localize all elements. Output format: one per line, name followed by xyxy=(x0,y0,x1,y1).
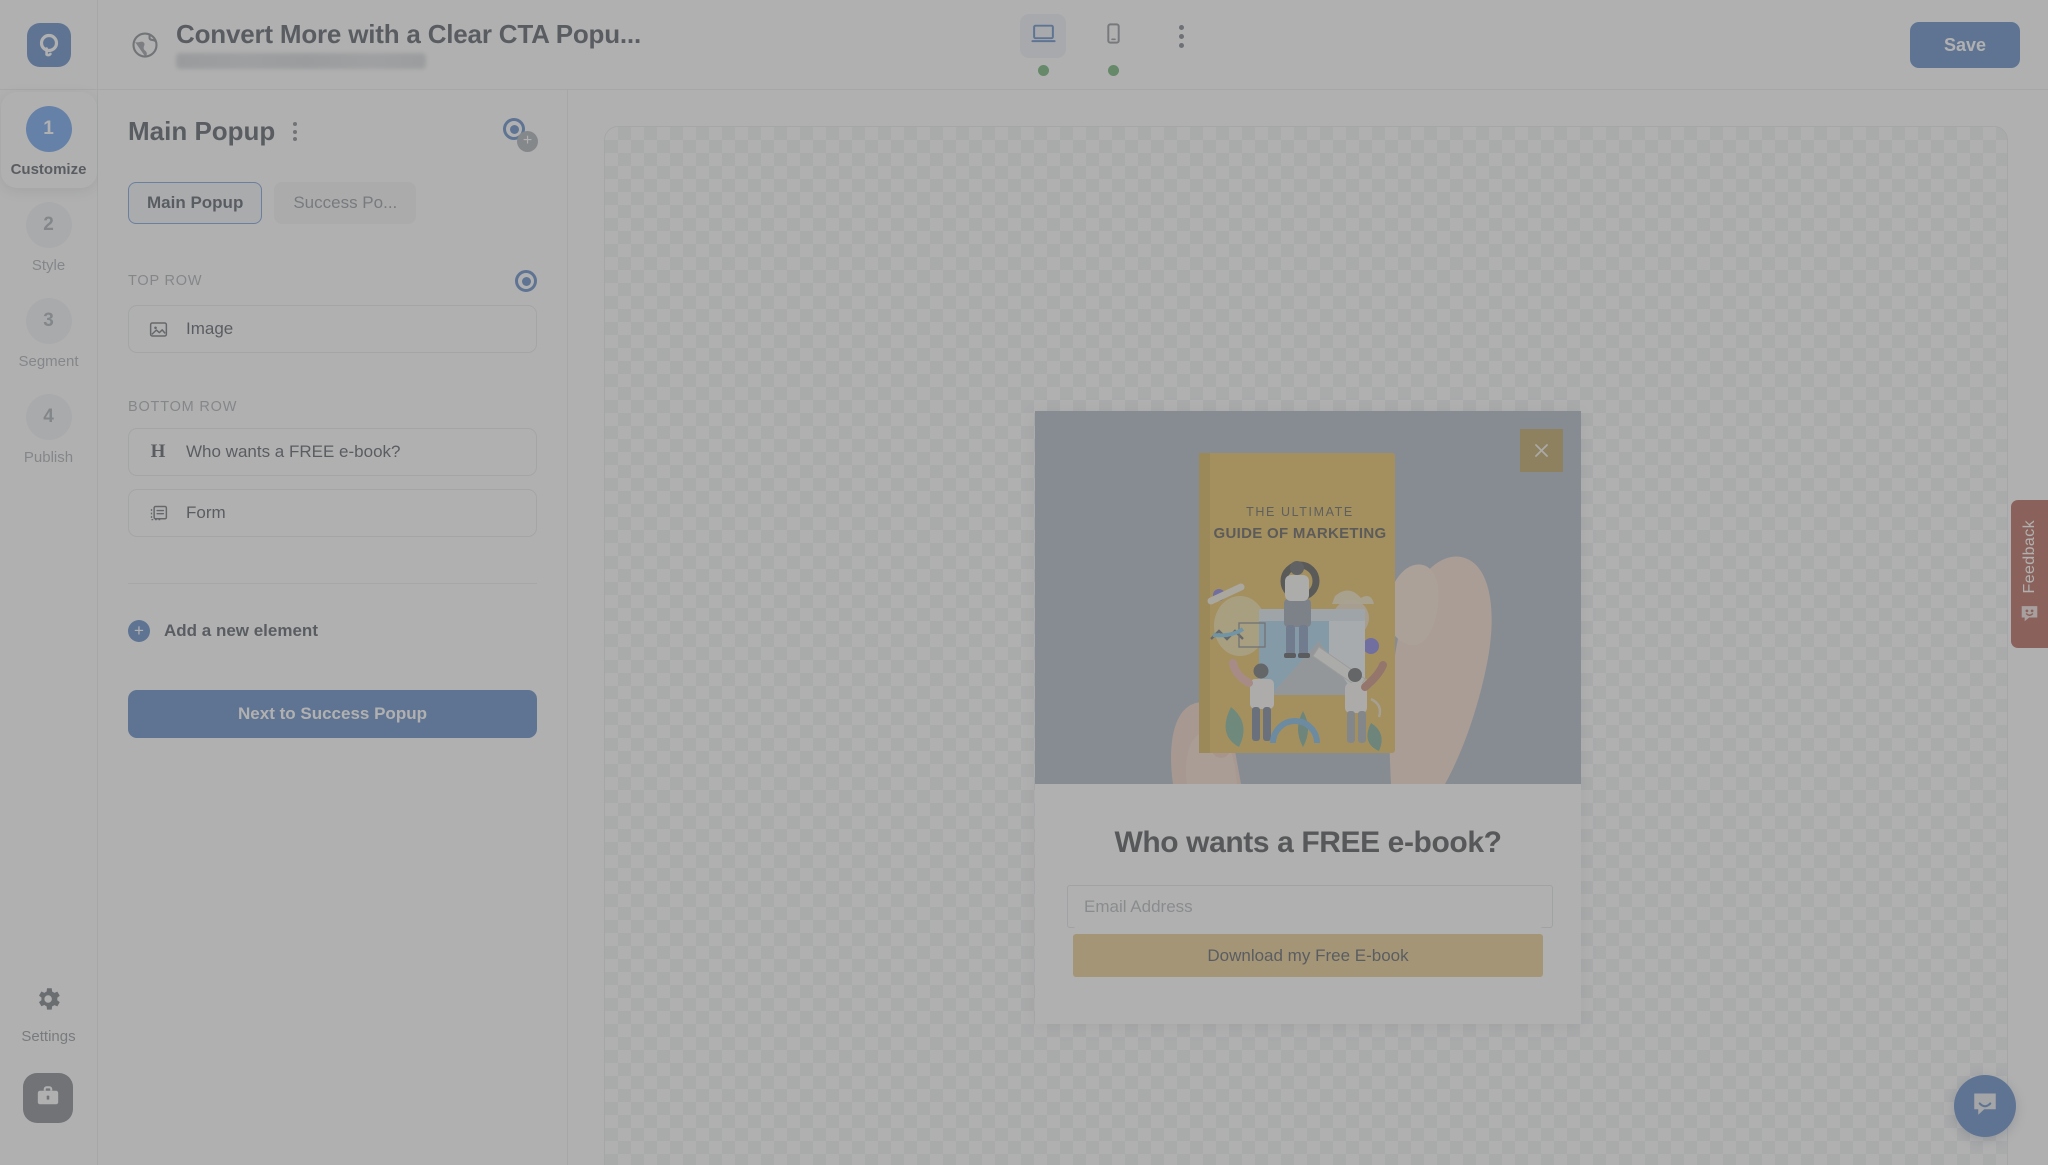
kebab-menu-icon xyxy=(293,122,298,126)
next-to-success-popup-button[interactable]: Next to Success Popup xyxy=(128,690,537,738)
desktop-icon xyxy=(1030,21,1056,51)
bottom-row-label-group: BOTTOM ROW xyxy=(128,399,537,415)
app-root: Convert More with a Clear CTA Popu... Sa… xyxy=(0,0,2048,1165)
kebab-menu-icon xyxy=(1178,33,1184,39)
hands-holding-ebook-image: THE ULTIMATE GUIDE OF MARKETING xyxy=(1035,411,1581,784)
step-number: 1 xyxy=(25,106,72,152)
page-title: Convert More with a Clear CTA Popu... xyxy=(176,19,641,50)
image-icon xyxy=(147,318,169,340)
add-new-element-button[interactable]: + Add a new element xyxy=(128,620,537,642)
svg-text:GUIDE OF MARKETING: GUIDE OF MARKETING xyxy=(1214,525,1387,542)
plus-circle-icon: + xyxy=(128,620,150,642)
device-toggle-desktop-group xyxy=(1020,14,1066,76)
sidebar-step-style[interactable]: 2 Style xyxy=(0,188,98,284)
smiley-chat-icon xyxy=(2019,604,2040,628)
device-toggle-desktop[interactable] xyxy=(1020,14,1066,58)
kebab-menu-icon xyxy=(1178,42,1184,48)
desktop-status-dot xyxy=(1037,65,1049,76)
preview-canvas[interactable]: THE ULTIMATE GUIDE OF MARKETING Who want… xyxy=(604,126,2008,1165)
heading-icon: H xyxy=(150,441,166,462)
feedback-label: Feedback xyxy=(2020,519,2038,594)
add-new-element-label: Add a new element xyxy=(164,621,318,640)
sidebar-step-customize[interactable]: 1 Customize xyxy=(0,92,97,188)
popup-preview: THE ULTIMATE GUIDE OF MARKETING Who want… xyxy=(1035,411,1581,1024)
top-row-label-group: TOP ROW xyxy=(128,270,537,292)
element-form[interactable]: Form xyxy=(128,489,537,537)
element-label: Who wants a FREE e-book? xyxy=(186,442,401,461)
save-button[interactable]: Save xyxy=(1910,22,2020,68)
app-logo[interactable] xyxy=(0,0,98,90)
settings-label: Settings xyxy=(21,1028,76,1045)
sidebar-step-publish[interactable]: 4 Publish xyxy=(0,380,98,476)
tab-main-popup[interactable]: Main Popup xyxy=(128,182,263,224)
add-plus-icon[interactable]: + xyxy=(517,131,538,152)
preview-more-menu-button[interactable] xyxy=(1160,14,1202,58)
device-toggle-mobile-group xyxy=(1090,14,1136,76)
close-x-icon xyxy=(1535,444,1548,457)
panel-divider xyxy=(128,583,537,584)
mobile-icon xyxy=(1101,21,1126,51)
popup-headline-block[interactable]: Who wants a FREE e-book? xyxy=(1079,812,1537,874)
popup-close-button[interactable] xyxy=(1520,429,1563,472)
top-row-label: TOP ROW xyxy=(128,273,203,289)
canvas-area: THE ULTIMATE GUIDE OF MARKETING Who want… xyxy=(569,90,2048,1165)
bottom-row-label: BOTTOM ROW xyxy=(128,399,238,415)
step-label: Customize xyxy=(10,161,87,178)
globe-icon xyxy=(130,30,160,60)
element-label: Form xyxy=(186,503,226,522)
campaign-subtitle-redacted xyxy=(176,52,426,69)
email-placeholder: Email Address xyxy=(1084,896,1193,916)
popup-tabs: Main Popup Success Po... xyxy=(128,182,537,224)
sidebar-item-settings[interactable]: Settings xyxy=(21,984,76,1045)
popup-body: Who wants a FREE e-book? Email Address D… xyxy=(1035,784,1581,1024)
top-row-target-radio-icon[interactable] xyxy=(515,270,537,292)
panel-target-add-group: + xyxy=(503,118,538,152)
briefcase-icon xyxy=(35,1083,61,1114)
step-label: Publish xyxy=(23,449,74,466)
device-toggle-mobile[interactable] xyxy=(1090,14,1136,58)
editor-panel: Main Popup + Main Popup Success Po... TO… xyxy=(98,90,568,1165)
sidebar-step-segment[interactable]: 3 Segment xyxy=(0,284,98,380)
panel-title-row: Main Popup xyxy=(128,116,303,147)
chat-bubble-icon xyxy=(1970,1090,2000,1123)
download-ebook-button[interactable]: Download my Free E-book xyxy=(1073,934,1543,977)
panel-more-menu-button[interactable] xyxy=(287,118,303,145)
step-number: 4 xyxy=(25,394,72,440)
feedback-tab[interactable]: Feedback xyxy=(2011,500,2048,648)
element-image[interactable]: Image xyxy=(128,305,537,353)
panel-title: Main Popup xyxy=(128,116,276,146)
chat-launcher-button[interactable] xyxy=(1954,1075,2016,1137)
campaign-header: Convert More with a Clear CTA Popu... xyxy=(130,20,641,69)
step-label: Style xyxy=(31,257,66,274)
mobile-status-dot xyxy=(1107,65,1119,76)
device-preview-toggles xyxy=(1020,14,1202,76)
step-label: Segment xyxy=(18,353,79,370)
gear-icon xyxy=(33,984,63,1019)
element-heading[interactable]: H Who wants a FREE e-book? xyxy=(128,428,537,476)
email-field[interactable]: Email Address xyxy=(1067,885,1553,928)
popup-cta-block: Download my Free E-book xyxy=(1073,934,1543,977)
form-icon xyxy=(147,502,169,524)
tab-success-popup[interactable]: Success Po... xyxy=(274,182,417,224)
step-number: 3 xyxy=(25,298,72,344)
campaign-title-block: Convert More with a Clear CTA Popu... xyxy=(176,20,641,69)
rail-footer: Settings xyxy=(21,984,76,1165)
step-number: 2 xyxy=(25,202,72,248)
popup-headline: Who wants a FREE e-book? xyxy=(1114,826,1502,859)
briefcase-button[interactable] xyxy=(23,1073,74,1123)
step-rail: 1 Customize 2 Style 3 Segment 4 Publish xyxy=(0,90,98,1165)
pushengage-logo-icon xyxy=(26,22,71,67)
panel-header: Main Popup + xyxy=(128,116,538,152)
top-bar: Convert More with a Clear CTA Popu... Sa… xyxy=(0,0,2048,90)
popup-image-block[interactable]: THE ULTIMATE GUIDE OF MARKETING xyxy=(1035,411,1581,784)
kebab-menu-icon xyxy=(293,129,298,134)
svg-text:THE ULTIMATE: THE ULTIMATE xyxy=(1246,505,1354,519)
kebab-menu-icon xyxy=(1178,24,1184,30)
element-label: Image xyxy=(186,319,234,338)
kebab-menu-icon xyxy=(293,137,298,141)
